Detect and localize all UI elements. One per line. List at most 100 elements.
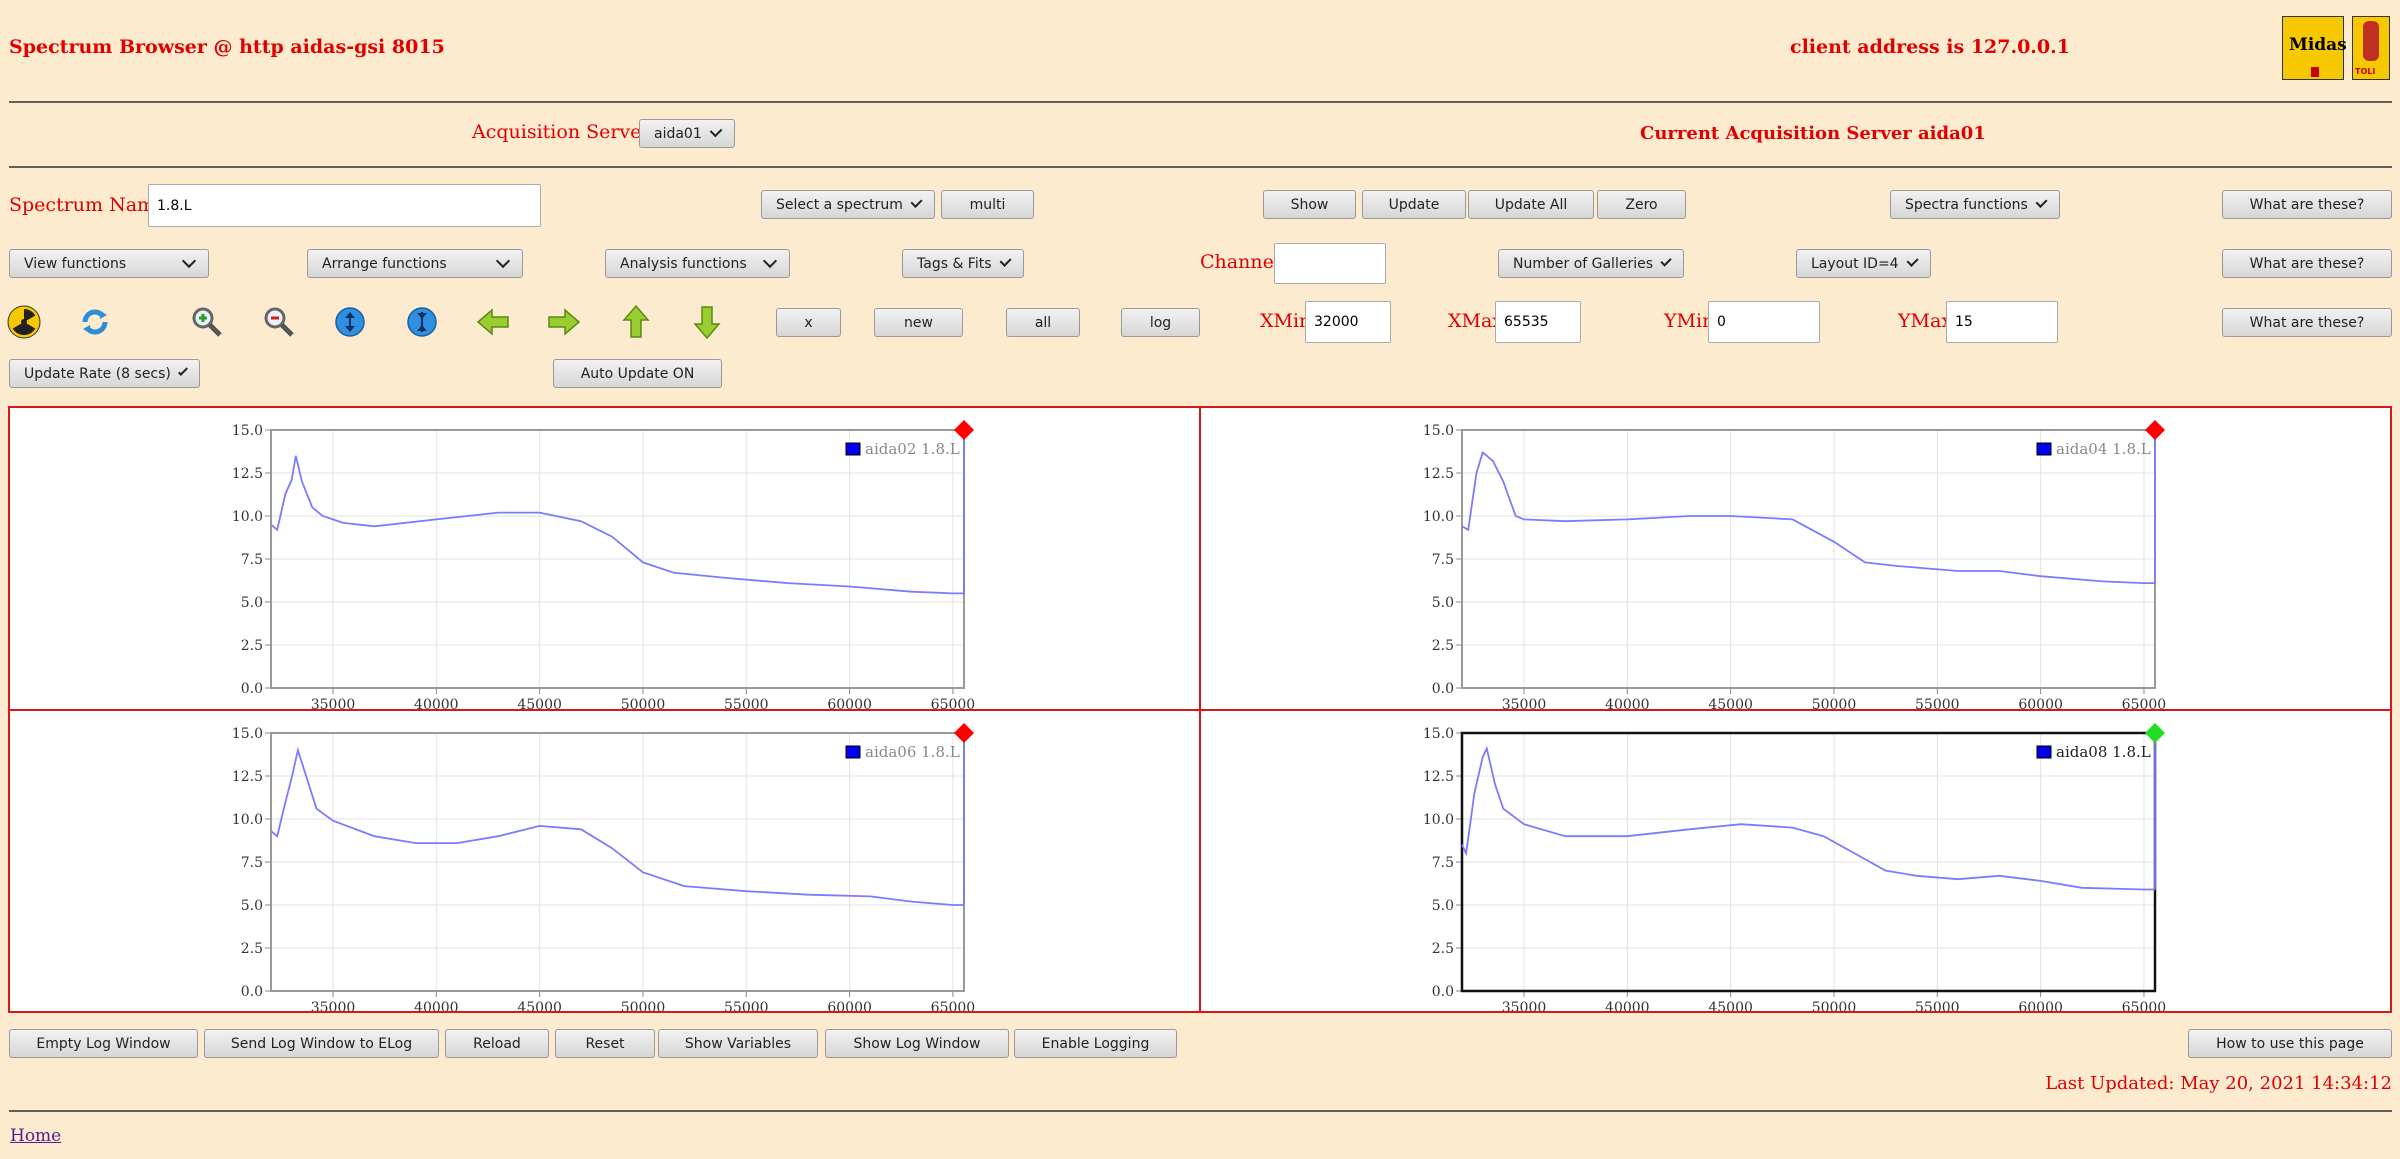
show-variables-button[interactable]: Show Variables [658,1029,818,1058]
x-tick-label: 50000 [621,1000,666,1011]
zoom-in-icon[interactable] [189,304,225,340]
what-are-these-button[interactable]: What are these? [2222,308,2392,337]
xmax-input[interactable]: 65535 [1495,301,1581,343]
y-tick-label: 12.5 [1423,466,1454,482]
spectra-functions-dropdown[interactable]: Spectra functions [1890,190,2060,219]
x-tick-label: 40000 [414,697,459,709]
x-button[interactable]: x [776,308,841,337]
x-tick-label: 35000 [1502,697,1547,709]
legend-label: aida08 1.8.L [2056,743,2151,761]
spectrum-chart-aida02[interactable]: 0.0 2.5 5.0 7.5 10.0 12.5 15.0 35000 40000 45000 5… [10,408,1199,709]
update-button[interactable]: Update [1362,190,1466,219]
tags-fits-dropdown[interactable]: Tags & Fits [902,249,1024,278]
arrow-down-icon[interactable] [689,304,725,340]
x-tick-label: 60000 [827,697,872,709]
chart-grid: 0.0 2.5 5.0 7.5 10.0 12.5 15.0 35000 40000 45000 5… [1423,726,2166,1011]
enable-logging-button[interactable]: Enable Logging [1014,1029,1177,1058]
x-tick-label: 35000 [1502,1000,1547,1011]
x-tick-label: 45000 [517,1000,562,1011]
arrow-up-icon[interactable] [618,304,654,340]
what-are-these-button[interactable]: What are these? [2222,249,2392,278]
legend-swatch [2036,442,2052,456]
x-tick-label: 65000 [931,697,976,709]
status-diamond-icon [954,723,974,743]
expand-y-icon[interactable] [332,304,368,340]
home-link[interactable]: Home [10,1126,61,1146]
number-of-galleries-dropdown[interactable]: Number of Galleries [1498,249,1684,278]
legend-swatch [845,745,861,759]
y-tick-label: 12.5 [232,466,263,482]
analysis-functions-dropdown[interactable]: Analysis functions [605,249,790,278]
reset-button[interactable]: Reset [555,1029,655,1058]
x-tick-label: 45000 [1708,697,1753,709]
spectrum-name-input[interactable]: 1.8.L [148,184,541,227]
x-tick-label: 45000 [1708,1000,1753,1011]
client-address: client address is 127.0.0.1 [1790,36,2070,58]
legend-label: aida06 1.8.L [865,743,960,761]
spectrum-panel[interactable]: 0.0 2.5 5.0 7.5 10.0 12.5 15.0 35000 40000 45000 5… [1199,709,2392,1013]
auto-update-button[interactable]: Auto Update ON [553,359,722,388]
spectrum-panel[interactable]: 0.0 2.5 5.0 7.5 10.0 12.5 15.0 35000 40000 45000 5… [8,709,1201,1013]
x-tick-label: 65000 [2122,1000,2167,1011]
zero-button[interactable]: Zero [1597,190,1686,219]
spectrum-chart-aida08[interactable]: 0.0 2.5 5.0 7.5 10.0 12.5 15.0 35000 40000 45000 5… [1201,711,2390,1011]
empty-log-button[interactable]: Empty Log Window [9,1029,198,1058]
y-tick-label: 0.0 [1432,681,1454,697]
arrow-left-icon[interactable] [475,304,511,340]
spectrum-chart-aida04[interactable]: 0.0 2.5 5.0 7.5 10.0 12.5 15.0 35000 40000 45000 5… [1201,408,2390,709]
reload-button[interactable]: Reload [445,1029,549,1058]
legend-swatch [2036,745,2052,759]
select-spectrum-dropdown[interactable]: Select a spectrum [761,190,935,219]
zoom-out-icon[interactable] [261,304,297,340]
log-button[interactable]: log [1121,308,1200,337]
arrow-right-icon[interactable] [546,304,582,340]
update-rate-dropdown[interactable]: Update Rate (8 secs) [9,359,200,388]
y-tick-label: 0.0 [1432,984,1454,1000]
y-tick-label: 7.5 [241,855,263,871]
spectrum-panel[interactable]: 0.0 2.5 5.0 7.5 10.0 12.5 15.0 35000 40000 45000 5… [1199,406,2392,711]
radiation-icon[interactable] [6,304,42,340]
update-all-button[interactable]: Update All [1468,190,1594,219]
x-tick-label: 40000 [1605,1000,1650,1011]
show-log-window-button[interactable]: Show Log Window [825,1029,1009,1058]
legend-label: aida04 1.8.L [2056,440,2151,458]
y-tick-label: 2.5 [1432,941,1454,957]
x-tick-label: 50000 [1812,1000,1857,1011]
y-tick-label: 15.0 [232,726,263,742]
shrink-y-icon[interactable] [404,304,440,340]
chart-grid: 0.0 2.5 5.0 7.5 10.0 12.5 15.0 35000 40000 45000 5… [1423,423,2166,709]
x-tick-label: 35000 [311,697,356,709]
new-button[interactable]: new [874,308,963,337]
series-line [1461,450,2155,585]
ymax-input[interactable]: 15 [1946,301,2058,343]
channel-input[interactable] [1274,243,1386,284]
ymin-input[interactable]: 0 [1708,301,1820,343]
view-functions-dropdown[interactable]: View functions [9,249,209,278]
y-tick-label: 15.0 [1423,423,1454,439]
how-to-use-button[interactable]: How to use this page [2188,1029,2392,1058]
page-title: Spectrum Browser @ http aidas-gsi 8015 [9,36,445,58]
spectrum-chart-aida06[interactable]: 0.0 2.5 5.0 7.5 10.0 12.5 15.0 35000 40000 45000 5… [10,711,1199,1011]
layout-id-dropdown[interactable]: Layout ID=4 [1796,249,1931,278]
x-tick-label: 50000 [621,697,666,709]
all-button[interactable]: all [1006,308,1080,337]
xmin-input[interactable]: 32000 [1305,301,1391,343]
y-tick-label: 0.0 [241,681,263,697]
arrange-functions-dropdown[interactable]: Arrange functions [307,249,523,278]
what-are-these-button[interactable]: What are these? [2222,190,2392,219]
y-tick-label: 5.0 [1432,898,1454,914]
y-tick-label: 10.0 [232,509,263,525]
midas-logo: Midas [2282,16,2347,80]
divider [9,1110,2392,1112]
x-tick-label: 50000 [1812,697,1857,709]
chart-grid: 0.0 2.5 5.0 7.5 10.0 12.5 15.0 35000 40000 45000 5… [232,726,975,1011]
acq-server-select[interactable]: aida01 [639,119,735,148]
multi-button[interactable]: multi [941,190,1034,219]
status-diamond-icon [2145,723,2165,743]
spectrum-panel[interactable]: 0.0 2.5 5.0 7.5 10.0 12.5 15.0 35000 40000 45000 5… [8,406,1201,711]
refresh-icon[interactable] [77,304,113,340]
show-button[interactable]: Show [1263,190,1356,219]
send-log-elog-button[interactable]: Send Log Window to ELog [204,1029,439,1058]
x-tick-label: 65000 [2122,697,2167,709]
y-tick-label: 15.0 [232,423,263,439]
